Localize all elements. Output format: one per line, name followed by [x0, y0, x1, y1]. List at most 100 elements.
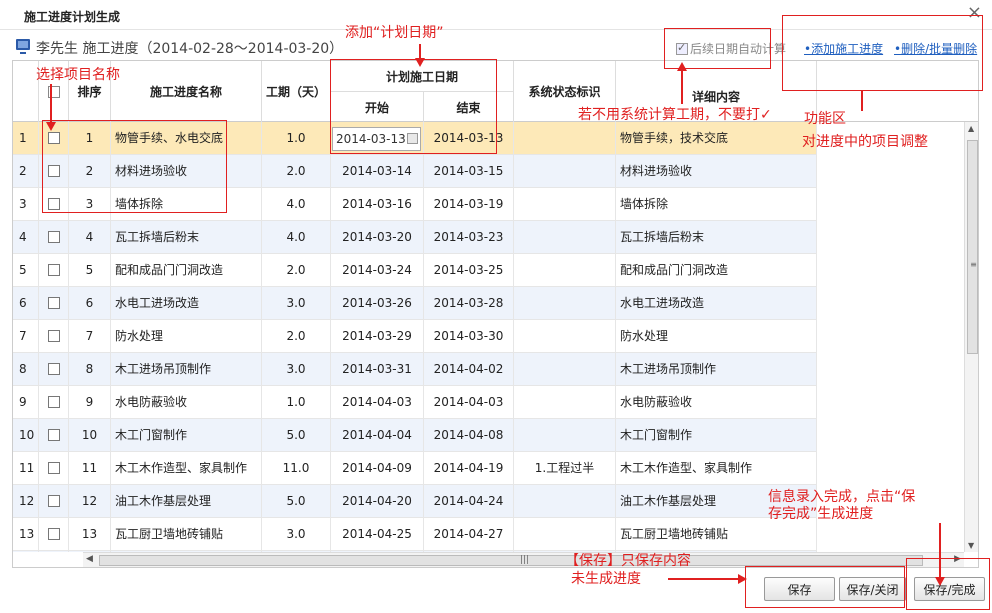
- cell-name[interactable]: 墙体拆除: [111, 188, 262, 220]
- row-checkbox[interactable]: [48, 132, 60, 144]
- cell-order[interactable]: 2: [69, 155, 111, 187]
- cell-duration[interactable]: 3.0: [262, 353, 331, 385]
- cell-detail[interactable]: 墙体拆除: [616, 188, 817, 220]
- cell-duration[interactable]: 1.0: [262, 122, 331, 154]
- table-row[interactable]: 2 2 材料进场验收 2.0 2014-03-14 2014-03-15 材料进场验收: [13, 155, 817, 188]
- cell-start[interactable]: 2014-03-29: [331, 320, 424, 352]
- cell-name[interactable]: 木工木作造型、家具制作: [111, 452, 262, 484]
- cell-start[interactable]: 2014-03-16: [331, 188, 424, 220]
- scroll-left-icon[interactable]: ◀: [86, 554, 93, 564]
- calendar-icon[interactable]: [407, 133, 418, 144]
- cell-status[interactable]: [514, 155, 616, 187]
- cell-status[interactable]: [514, 254, 616, 286]
- header-start[interactable]: 开始: [331, 91, 424, 122]
- start-date-input[interactable]: 2014-03-13: [332, 127, 421, 151]
- cell-detail[interactable]: 配和成品门门洞改造: [616, 254, 817, 286]
- cell-idx[interactable]: 7: [13, 320, 39, 352]
- cell-order[interactable]: 9: [69, 386, 111, 418]
- table-row[interactable]: 3 3 墙体拆除 4.0 2014-03-16 2014-03-19 墙体拆除: [13, 188, 817, 221]
- cell-start[interactable]: 2014-04-09: [331, 452, 424, 484]
- cell-detail[interactable]: 材料进场验收: [616, 155, 817, 187]
- cell-name[interactable]: 防水处理: [111, 320, 262, 352]
- horizontal-scroll-thumb[interactable]: |||: [99, 555, 923, 566]
- delete-batch-link[interactable]: •删除/批量删除: [894, 40, 977, 57]
- cell-name[interactable]: 水电防蔽验收: [111, 386, 262, 418]
- cell-idx[interactable]: 1: [13, 122, 39, 154]
- cell-detail[interactable]: 物管手续，技术交底: [616, 122, 817, 154]
- table-row[interactable]: 4 4 瓦工拆墙后粉末 4.0 2014-03-20 2014-03-23 瓦工拆墙后粉末: [13, 221, 817, 254]
- header-end[interactable]: 结束: [424, 91, 514, 122]
- cell-status[interactable]: [514, 287, 616, 319]
- cell-order[interactable]: 3: [69, 188, 111, 220]
- cell-order[interactable]: 4: [69, 221, 111, 253]
- cell-detail[interactable]: 木工门窗制作: [616, 419, 817, 451]
- row-checkbox[interactable]: [48, 429, 60, 441]
- cell-status[interactable]: [514, 518, 616, 550]
- cell-status[interactable]: [514, 320, 616, 352]
- cell-end[interactable]: 2014-04-08: [424, 419, 514, 451]
- cell-idx[interactable]: 14: [13, 551, 39, 552]
- table-row[interactable]: 10 10 木工门窗制作 5.0 2014-04-04 2014-04-08 木工门窗制作: [13, 419, 817, 452]
- save-button[interactable]: 保存: [764, 577, 835, 601]
- cell-duration[interactable]: 2.0: [262, 254, 331, 286]
- cell-status[interactable]: [514, 188, 616, 220]
- cell-order[interactable]: 1: [69, 122, 111, 154]
- cell-idx[interactable]: 4: [13, 221, 39, 253]
- cell-name[interactable]: 材料进场验收: [111, 155, 262, 187]
- cell-start[interactable]: 2014-03-26: [331, 287, 424, 319]
- cell-start[interactable]: 2014-04-20: [331, 485, 424, 517]
- cell-start[interactable]: 2014-03-24: [331, 254, 424, 286]
- cell-duration[interactable]: 1.0: [262, 386, 331, 418]
- cell-detail[interactable]: 木工木作造型、家具制作: [616, 452, 817, 484]
- cell-start[interactable]: 2014-04-25: [331, 518, 424, 550]
- cell-idx[interactable]: 8: [13, 353, 39, 385]
- cell-end[interactable]: 2014-03-13: [424, 122, 514, 154]
- cell-end[interactable]: 2014-03-28: [424, 287, 514, 319]
- cell-start[interactable]: 2014-03-31: [331, 353, 424, 385]
- cell-order[interactable]: 6: [69, 287, 111, 319]
- cell-duration[interactable]: 4.0: [262, 221, 331, 253]
- cell-name[interactable]: 物管手续、水电交底: [111, 122, 262, 154]
- scroll-down-icon[interactable]: ▼: [968, 541, 974, 550]
- row-checkbox[interactable]: [48, 396, 60, 408]
- cell-idx[interactable]: 2: [13, 155, 39, 187]
- row-checkbox[interactable]: [48, 165, 60, 177]
- cell-status[interactable]: [514, 485, 616, 517]
- cell-detail[interactable]: 水电防蔽验收: [616, 386, 817, 418]
- save-close-button[interactable]: 保存/关闭: [839, 577, 906, 601]
- cell-end[interactable]: 2014-04-03: [424, 386, 514, 418]
- auto-calc-checkbox[interactable]: [676, 41, 688, 55]
- cell-duration[interactable]: 5.0: [262, 485, 331, 517]
- table-row[interactable]: 7 7 防水处理 2.0 2014-03-29 2014-03-30 防水处理: [13, 320, 817, 353]
- cell-name[interactable]: 油工木作基层处理: [111, 485, 262, 517]
- cell-name[interactable]: 木工门窗制作: [111, 419, 262, 451]
- cell-name[interactable]: 瓦工厨卫墙地砖铺贴: [111, 518, 262, 550]
- cell-duration[interactable]: 5.0: [262, 419, 331, 451]
- cell-name[interactable]: 木工进场吊顶制作: [111, 353, 262, 385]
- table-row[interactable]: 11 11 木工木作造型、家具制作 11.0 2014-04-09 2014-04-19 1…: [13, 452, 817, 485]
- row-checkbox[interactable]: [48, 231, 60, 243]
- cell-end[interactable]: 2014-04-27: [424, 518, 514, 550]
- cell-end[interactable]: 2014-04-24: [424, 485, 514, 517]
- cell-end[interactable]: 2014-04-02: [424, 353, 514, 385]
- vertical-scroll-thumb[interactable]: ≡: [967, 140, 978, 354]
- cell-status[interactable]: [514, 353, 616, 385]
- auto-calc-toggle[interactable]: 后续日期自动计算: [676, 40, 786, 57]
- cell-idx[interactable]: 11: [13, 452, 39, 484]
- cell-duration[interactable]: 2.0: [262, 155, 331, 187]
- row-checkbox[interactable]: [48, 363, 60, 375]
- cell-end[interactable]: 2014-03-30: [424, 320, 514, 352]
- row-checkbox[interactable]: [48, 264, 60, 276]
- vertical-scrollbar[interactable]: ▲ ≡ ▼: [964, 122, 978, 552]
- cell-detail[interactable]: 水电工进场改造: [616, 287, 817, 319]
- cell-idx[interactable]: 3: [13, 188, 39, 220]
- table-row[interactable]: 12 12 油工木作基层处理 5.0 2014-04-20 2014-04-24 油工木作基…: [13, 485, 817, 518]
- cell-start[interactable]: 2014-03-14: [331, 155, 424, 187]
- cell-idx[interactable]: 6: [13, 287, 39, 319]
- cell-idx[interactable]: 5: [13, 254, 39, 286]
- cell-status[interactable]: [514, 221, 616, 253]
- close-icon[interactable]: ×: [967, 4, 982, 22]
- cell-status[interactable]: [514, 122, 616, 154]
- cell-start[interactable]: 2014-04-03: [331, 386, 424, 418]
- horizontal-scrollbar[interactable]: ◀ ||| ▶: [83, 552, 964, 567]
